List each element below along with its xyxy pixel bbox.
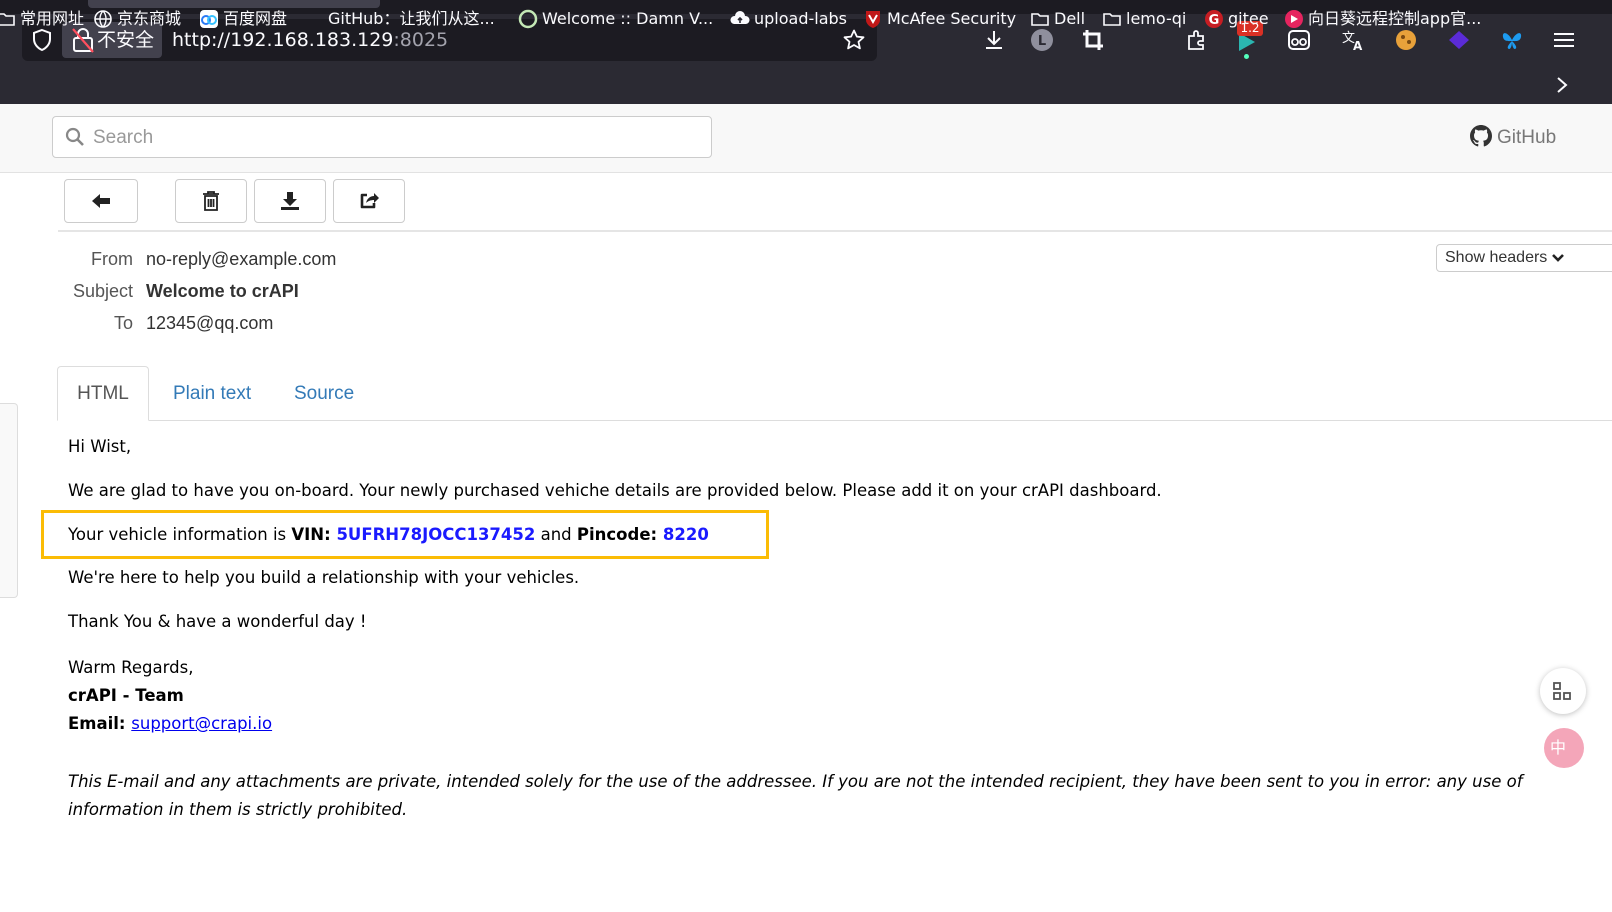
- search-icon: [65, 127, 84, 146]
- bookmark-jd[interactable]: 京东商城: [93, 0, 181, 38]
- bookmark-mcafee[interactable]: McAfee Security: [863, 0, 1016, 38]
- grid-icon: [1553, 682, 1571, 700]
- menu-icon[interactable]: [1552, 30, 1574, 50]
- github-link[interactable]: GitHub: [1470, 118, 1556, 158]
- svg-text:G: G: [1209, 13, 1220, 28]
- greeting: Hi Wist,: [68, 437, 132, 456]
- help-paragraph: We're here to help you build a relations…: [68, 568, 580, 587]
- download-arrow-icon: [281, 192, 299, 210]
- from-label: From: [91, 249, 133, 269]
- dvwa-icon: [518, 9, 538, 28]
- tab-plain-text[interactable]: Plain text: [173, 366, 251, 421]
- gitee-icon: G: [1205, 9, 1223, 28]
- vin-value: 5UFRH78JOCC137452: [336, 525, 536, 544]
- back-button[interactable]: [64, 179, 138, 223]
- sunlogin-icon: [1285, 9, 1303, 28]
- arrow-left-icon: [92, 194, 110, 208]
- support-line: Email: support@crapi.io: [68, 714, 273, 733]
- folder-icon: [1103, 12, 1121, 26]
- vin-label: VIN:: [291, 525, 337, 544]
- release-button[interactable]: [333, 179, 405, 223]
- vehicle-info-line: Your vehicle information is VIN: 5UFRH78…: [68, 525, 709, 544]
- show-headers-label: Show headers: [1445, 249, 1548, 266]
- folder-icon: [1031, 12, 1049, 26]
- bookmark-github[interactable]: GitHub：让我们从这...: [310, 0, 495, 38]
- support-email-link[interactable]: support@crapi.io: [131, 714, 272, 733]
- from-value: no-reply@example.com: [146, 249, 337, 269]
- bookmark-sunlogin[interactable]: 向日葵远程控制app官...: [1284, 0, 1481, 38]
- to-value: 12345@qq.com: [146, 313, 274, 333]
- baidu-cloud-icon: [200, 9, 218, 28]
- share-icon: [360, 193, 379, 209]
- pincode-value: 8220: [662, 525, 709, 544]
- search-input[interactable]: Search: [52, 116, 712, 158]
- bookmark-folder-lemo-qi[interactable]: lemo-qi: [1102, 0, 1186, 38]
- github-label: GitHub: [1497, 127, 1557, 148]
- bookmark-folder-common[interactable]: 常用网址: [0, 0, 84, 38]
- active-dot: [1244, 54, 1249, 59]
- mcafee-shield-icon: [866, 10, 880, 28]
- floating-grid-widget[interactable]: [1540, 668, 1586, 714]
- toolbar-divider: [58, 230, 1612, 232]
- ime-toggle-widget[interactable]: 中: [1544, 728, 1584, 768]
- globe-icon: [94, 9, 112, 28]
- butterfly-extension-icon[interactable]: [1500, 28, 1524, 52]
- to-label: To: [113, 313, 133, 333]
- tab-source[interactable]: Source: [294, 366, 354, 421]
- regards-line: Warm Regards,: [68, 658, 194, 677]
- chevron-down-icon: [1552, 254, 1564, 262]
- github-icon: [1470, 124, 1492, 147]
- bookmark-folder-dell[interactable]: Dell: [1030, 0, 1085, 38]
- tab-html[interactable]: HTML: [57, 366, 149, 421]
- bookmark-gitee[interactable]: Ggitee: [1204, 0, 1269, 38]
- folder-icon: [0, 12, 15, 26]
- team-line: crAPI - Team: [68, 686, 184, 705]
- pincode-label: Pincode:: [576, 525, 663, 544]
- tabs-divider: [58, 420, 1612, 421]
- bookmark-baidu-pan[interactable]: 百度网盘: [199, 0, 287, 38]
- search-placeholder: Search: [93, 127, 154, 148]
- thanks-paragraph: Thank You & have a wonderful day !: [68, 612, 367, 631]
- trash-icon: [203, 191, 219, 211]
- intro-paragraph: We are glad to have you on-board. Your n…: [68, 481, 1162, 500]
- disclaimer: This E-mail and any attachments are priv…: [68, 772, 1523, 819]
- subject-value: Welcome to crAPI: [146, 281, 299, 301]
- bookmark-upload-labs[interactable]: upload-labs: [730, 0, 847, 38]
- subject-label: Subject: [72, 281, 133, 301]
- delete-button[interactable]: [175, 179, 247, 223]
- side-panel-edge: [0, 403, 18, 598]
- chevron-right-icon[interactable]: [1554, 76, 1570, 94]
- bookmarks-toolbar: [0, 66, 1612, 104]
- svg-text:A: A: [1353, 39, 1363, 52]
- bookmark-dvwa[interactable]: Welcome :: Damn V...: [518, 0, 713, 38]
- upload-cloud-icon: [730, 10, 750, 24]
- download-button[interactable]: [254, 179, 326, 223]
- show-headers-button[interactable]: Show headers: [1436, 244, 1612, 272]
